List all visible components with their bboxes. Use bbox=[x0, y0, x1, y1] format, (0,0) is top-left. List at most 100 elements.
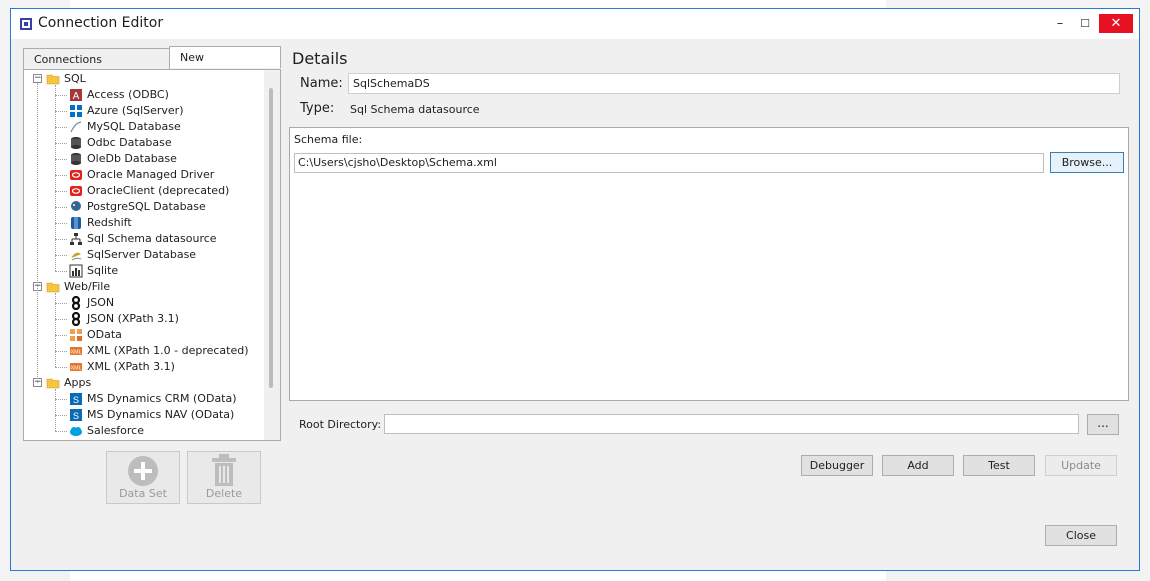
tree-scrollbar[interactable] bbox=[264, 70, 280, 440]
app-icon bbox=[20, 18, 32, 30]
tree-scrollbar-thumb[interactable] bbox=[269, 88, 273, 388]
tree-connector bbox=[55, 223, 67, 224]
postgres-icon bbox=[71, 201, 81, 211]
tree-connector bbox=[55, 85, 56, 271]
details-heading: Details bbox=[292, 49, 348, 68]
azure-icon bbox=[70, 105, 82, 117]
browse-button[interactable]: Browse... bbox=[1050, 152, 1124, 173]
tree-connector bbox=[55, 415, 67, 416]
xml-icon: XML bbox=[70, 347, 82, 356]
tree-connector bbox=[55, 303, 67, 304]
tree-connector bbox=[55, 399, 67, 400]
schema-icon bbox=[70, 233, 82, 245]
tree-item-postgresql-database[interactable]: PostgreSQL Database bbox=[69, 199, 206, 215]
tree-connector bbox=[55, 367, 67, 368]
tree-item-label: MS Dynamics CRM (OData) bbox=[87, 392, 237, 405]
svg-text:S: S bbox=[73, 411, 79, 421]
tree-item-ms-dynamics-crm-odata[interactable]: S MS Dynamics CRM (OData) bbox=[69, 391, 237, 407]
tree-item-json-xpath-3-1[interactable]: JSON (XPath 3.1) bbox=[69, 311, 179, 327]
connection-type-tree[interactable]: − SQL A Access (ODBC) Azure (SqlServer) MySQL… bbox=[23, 69, 281, 441]
tab-connections[interactable]: Connections bbox=[23, 48, 170, 69]
tree-item-label: XML (XPath 1.0 - deprecated) bbox=[87, 344, 249, 357]
tree-group-sql[interactable]: SQL bbox=[46, 71, 86, 87]
window-title: Connection Editor bbox=[38, 15, 164, 31]
tree-item-xml-xpath-1-0-deprecated[interactable]: XML XML (XPath 1.0 - deprecated) bbox=[69, 343, 249, 359]
tree-item-sql-schema-datasource[interactable]: Sql Schema datasource bbox=[69, 231, 217, 247]
tree-item-salesforce[interactable]: Salesforce bbox=[69, 423, 144, 439]
tree-connector bbox=[55, 351, 67, 352]
tree-connector bbox=[55, 95, 67, 96]
tree-connector bbox=[55, 143, 67, 144]
type-label: Type: bbox=[300, 101, 335, 116]
tree-item-label: Redshift bbox=[87, 216, 132, 229]
tree-item-label: OData bbox=[87, 328, 122, 341]
tree-item-sqlite[interactable]: Sqlite bbox=[69, 263, 118, 279]
close-button[interactable]: Close bbox=[1045, 525, 1117, 546]
name-label: Name: bbox=[300, 76, 343, 91]
tree-item-redshift[interactable]: Redshift bbox=[69, 215, 132, 231]
update-button[interactable]: Update bbox=[1045, 455, 1117, 476]
folder-icon bbox=[46, 74, 60, 85]
tree-item-access-odbc[interactable]: A Access (ODBC) bbox=[69, 87, 169, 103]
tree-connector bbox=[55, 239, 67, 240]
delete-label: Delete bbox=[205, 487, 243, 500]
add-button[interactable]: Add bbox=[882, 455, 954, 476]
tree-group-label: Web/File bbox=[64, 280, 111, 293]
tab-new[interactable]: New bbox=[169, 46, 281, 68]
root-directory-browse-button[interactable]: ... bbox=[1087, 414, 1119, 435]
tree-connector bbox=[55, 389, 56, 431]
tree-item-oledb-database[interactable]: OleDb Database bbox=[69, 151, 177, 167]
tree-item-label: Sqlite bbox=[87, 264, 119, 277]
group-expander[interactable]: − bbox=[33, 74, 42, 83]
tree-connector bbox=[55, 431, 67, 432]
tree-item-xml-xpath-3-1[interactable]: XML XML (XPath 3.1) bbox=[69, 359, 175, 375]
name-input[interactable]: SqlSchemaDS bbox=[348, 73, 1120, 94]
xml-icon: XML bbox=[70, 363, 82, 372]
tree-item-label: Odbc Database bbox=[87, 136, 172, 149]
maximize-button[interactable]: ☐ bbox=[1072, 14, 1098, 33]
minimize-button[interactable]: – bbox=[1047, 14, 1073, 33]
type-value: Sql Schema datasource bbox=[350, 103, 480, 116]
svg-text:A: A bbox=[73, 91, 80, 102]
tree-item-label: OleDb Database bbox=[87, 152, 177, 165]
database-icon bbox=[71, 137, 81, 149]
tree-item-ms-dynamics-nav-odata[interactable]: S MS Dynamics NAV (OData) bbox=[69, 407, 234, 423]
folder-icon bbox=[46, 282, 60, 293]
connection-editor-window: Connection Editor – ☐ ✕ Connections New … bbox=[10, 8, 1140, 571]
tree-item-oracle-managed-driver[interactable]: Oracle Managed Driver bbox=[69, 167, 214, 183]
tree-connector bbox=[55, 207, 67, 208]
delete-button[interactable]: Delete bbox=[187, 451, 261, 504]
test-button[interactable]: Test bbox=[963, 455, 1035, 476]
json-icon bbox=[71, 296, 81, 310]
tree-item-label: SqlServer Database bbox=[87, 248, 197, 261]
tree-item-oracleclient-deprecated[interactable]: OracleClient (deprecated) bbox=[69, 183, 229, 199]
debugger-button[interactable]: Debugger bbox=[801, 455, 873, 476]
tree-item-label: Sql Schema datasource bbox=[87, 232, 217, 245]
tree-item-json[interactable]: JSON bbox=[69, 295, 114, 311]
dataset-label: Data Set bbox=[119, 487, 167, 500]
tree-item-odbc-database[interactable]: Odbc Database bbox=[69, 135, 172, 151]
tree-item-label: Oracle Managed Driver bbox=[87, 168, 215, 181]
tree-connector bbox=[55, 111, 67, 112]
tree-item-sqlserver-database[interactable]: SqlServer Database bbox=[69, 247, 196, 263]
svg-text:XML: XML bbox=[70, 350, 81, 356]
tree-connector bbox=[55, 159, 67, 160]
dynamics-icon: S bbox=[70, 393, 82, 405]
close-window-button[interactable]: ✕ bbox=[1099, 14, 1133, 33]
tree-connector bbox=[37, 83, 38, 383]
tree-group-apps[interactable]: Apps bbox=[46, 375, 91, 391]
dynamics-icon: S bbox=[70, 409, 82, 421]
plus-circle-icon bbox=[128, 456, 158, 486]
tree-item-odata[interactable]: OData bbox=[69, 327, 122, 343]
tree-item-label: Azure (SqlServer) bbox=[87, 104, 184, 117]
tree-item-azure-sqlserver[interactable]: Azure (SqlServer) bbox=[69, 103, 184, 119]
title-bar[interactable]: Connection Editor – ☐ ✕ bbox=[11, 9, 1139, 39]
oracle-icon bbox=[70, 170, 82, 180]
schema-file-input[interactable]: C:\Users\cjsho\Desktop\Schema.xml bbox=[294, 153, 1044, 173]
tree-item-label: OracleClient (deprecated) bbox=[87, 184, 230, 197]
add-dataset-button[interactable]: Data Set bbox=[106, 451, 180, 504]
tree-item-mysql-database[interactable]: MySQL Database bbox=[69, 119, 181, 135]
tree-item-label: JSON (XPath 3.1) bbox=[87, 312, 179, 325]
root-directory-input[interactable] bbox=[384, 414, 1079, 434]
mysql-icon bbox=[70, 121, 82, 133]
